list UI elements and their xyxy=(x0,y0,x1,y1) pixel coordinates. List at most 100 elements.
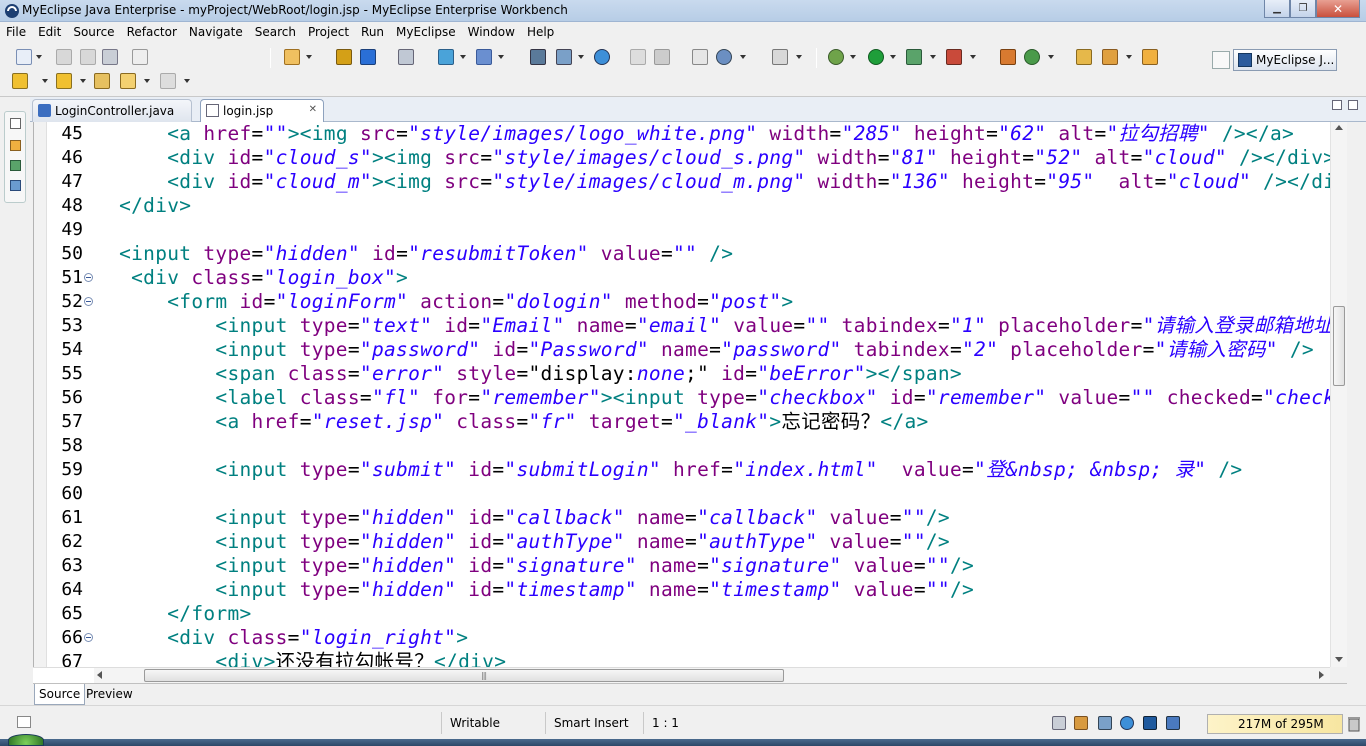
vertical-scroll-thumb[interactable] xyxy=(1333,306,1345,386)
horizontal-scrollbar[interactable]: ||| xyxy=(94,667,1330,683)
annotation-next-dropdown-arrow[interactable] xyxy=(42,79,48,83)
tab-logincontroller-java[interactable]: LoginController.java xyxy=(32,99,192,122)
back-icon[interactable] xyxy=(120,73,136,89)
db-icon[interactable] xyxy=(556,49,572,65)
annotation-next-icon[interactable] xyxy=(12,73,28,89)
deploy-icon[interactable] xyxy=(360,49,376,65)
perspective-myeclipse-button[interactable]: MyEclipse J... xyxy=(1233,49,1337,71)
myeclipse-app-icon[interactable] xyxy=(4,3,20,19)
network-icon[interactable] xyxy=(530,49,546,65)
menu-refactor[interactable]: Refactor xyxy=(121,25,183,39)
menu-file[interactable]: File xyxy=(0,25,32,39)
debug-dropdown-arrow[interactable] xyxy=(850,55,856,59)
server-status-icon[interactable] xyxy=(1074,716,1088,730)
menu-edit[interactable]: Edit xyxy=(32,25,67,39)
code-line[interactable]: </div> xyxy=(95,194,191,218)
open-folder-icon[interactable] xyxy=(1076,49,1092,65)
open-perspective-icon[interactable] xyxy=(1212,51,1230,69)
package-explorer-icon[interactable] xyxy=(10,140,21,151)
forward-dropdown-arrow[interactable] xyxy=(184,79,190,83)
scroll-down-icon[interactable] xyxy=(1335,657,1343,662)
new-icon[interactable] xyxy=(16,49,32,65)
screenshot-dropdown-arrow[interactable] xyxy=(796,55,802,59)
garbage-collect-icon[interactable] xyxy=(1347,716,1361,732)
code-line[interactable]: <label class="fl" for="remember"><input … xyxy=(95,386,1335,410)
wizard-icon[interactable] xyxy=(476,49,492,65)
code-line[interactable]: <input type="text" id="Email" name="emai… xyxy=(95,314,1347,338)
new-class-icon[interactable] xyxy=(1000,49,1016,65)
back-dropdown-arrow[interactable] xyxy=(144,79,150,83)
menu-run[interactable]: Run xyxy=(355,25,390,39)
code-line[interactable]: <input type="hidden" id="timestamp" name… xyxy=(95,578,974,602)
heap-status[interactable]: 217M of 295M xyxy=(1207,714,1343,734)
code-line[interactable]: <input type="hidden" id="authType" name=… xyxy=(95,530,950,554)
close-button[interactable]: ✕ xyxy=(1316,0,1360,18)
monitor-icon[interactable] xyxy=(1166,716,1180,730)
code-line[interactable]: </form> xyxy=(95,602,252,626)
task-icon[interactable] xyxy=(1052,716,1066,730)
network-status-icon[interactable] xyxy=(1120,716,1134,730)
console-icon[interactable] xyxy=(1143,716,1157,730)
open-type-dropdown-arrow[interactable] xyxy=(306,55,312,59)
wizard-dropdown-arrow[interactable] xyxy=(498,55,504,59)
menu-myeclipse[interactable]: MyEclipse xyxy=(390,25,462,39)
minimize-button[interactable]: ▁ xyxy=(1264,0,1290,18)
external-tools-dropdown-arrow[interactable] xyxy=(970,55,976,59)
code-line[interactable]: <input type="hidden" id="callback" name=… xyxy=(95,506,950,530)
last-edit-icon[interactable] xyxy=(94,73,110,89)
code-line[interactable]: <div id="cloud_s"><img src="style/images… xyxy=(95,146,1335,170)
menu-search[interactable]: Search xyxy=(249,25,302,39)
tool-icon[interactable] xyxy=(1102,49,1118,65)
wand-dropdown-arrow[interactable] xyxy=(460,55,466,59)
code-line[interactable]: <span class="error" style="display:none;… xyxy=(95,362,962,386)
tab-source[interactable]: Source xyxy=(34,684,86,705)
minimize-editor-icon[interactable] xyxy=(1332,100,1342,110)
new-dropdown-arrow[interactable] xyxy=(36,55,42,59)
save-icon[interactable] xyxy=(56,49,72,65)
code-editor[interactable]: 45 46 47 48 49 50 51 52 53 54 55 56 57 58 59 60 61 62 63 64… xyxy=(33,122,1347,667)
open-resource-icon[interactable] xyxy=(1142,49,1158,65)
fast-view-icon[interactable] xyxy=(17,716,31,728)
scroll-left-icon[interactable] xyxy=(97,671,102,679)
run-config-dropdown-arrow[interactable] xyxy=(930,55,936,59)
code-line[interactable]: <input type="hidden" id="signature" name… xyxy=(95,554,974,578)
run-icon[interactable] xyxy=(868,49,884,65)
menu-project[interactable]: Project xyxy=(302,25,355,39)
binary-icon[interactable] xyxy=(132,49,148,65)
server-icon[interactable] xyxy=(398,49,414,65)
start-button[interactable] xyxy=(8,734,44,746)
code-line[interactable]: <input type="hidden" id="resubmitToken" … xyxy=(95,242,733,266)
forward-icon[interactable] xyxy=(160,73,176,89)
globe-icon[interactable] xyxy=(594,49,610,65)
save-all-icon[interactable] xyxy=(80,49,96,65)
run-config-icon[interactable] xyxy=(906,49,922,65)
back-disabled-icon[interactable] xyxy=(630,49,646,65)
menu-help[interactable]: Help xyxy=(521,25,560,39)
fold-toggle-icon[interactable] xyxy=(84,273,93,282)
refresh-dropdown-arrow[interactable] xyxy=(1048,55,1054,59)
code-line[interactable]: <input type="submit" id="submitLogin" hr… xyxy=(95,458,1242,482)
code-line[interactable]: <input type="password" id="Password" nam… xyxy=(95,338,1314,362)
screenshot-icon[interactable] xyxy=(772,49,788,65)
vertical-scrollbar[interactable] xyxy=(1330,122,1347,667)
maximize-button[interactable]: ❐ xyxy=(1290,0,1316,18)
close-tab-icon[interactable]: ✕ xyxy=(309,104,317,115)
outline-icon[interactable] xyxy=(10,180,21,191)
maximize-editor-icon[interactable] xyxy=(1348,100,1358,110)
browser-icon[interactable] xyxy=(716,49,732,65)
code-line[interactable]: <div>还没有拉勾帐号？</div> xyxy=(95,650,506,667)
view-icon[interactable] xyxy=(692,49,708,65)
history-icon[interactable] xyxy=(654,49,670,65)
package-icon[interactable] xyxy=(336,49,352,65)
annotation-prev-icon[interactable] xyxy=(56,73,72,89)
sync-icon[interactable] xyxy=(1098,716,1112,730)
refresh-icon[interactable] xyxy=(1024,49,1040,65)
code-line[interactable]: <div class="login_box"> xyxy=(95,266,408,290)
external-tools-icon[interactable] xyxy=(946,49,962,65)
browser-dropdown-arrow[interactable] xyxy=(740,55,746,59)
code-line[interactable]: <div class="login_right"> xyxy=(95,626,468,650)
wand-icon[interactable] xyxy=(438,49,454,65)
horizontal-scroll-thumb[interactable]: ||| xyxy=(144,669,784,682)
tab-login-jsp[interactable]: login.jsp ✕ xyxy=(200,99,324,122)
code-line[interactable]: <a href=""><img src="style/images/logo_w… xyxy=(95,122,1294,146)
